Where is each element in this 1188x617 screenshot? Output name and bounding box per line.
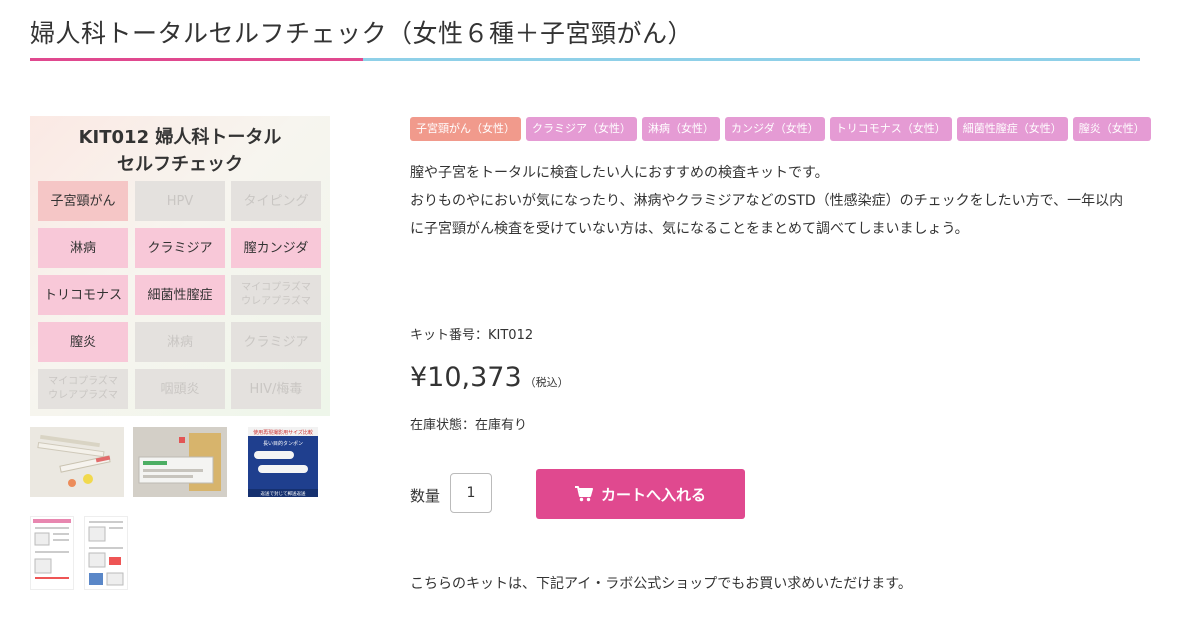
thumbnail-tampon-top-text: 使用再現撮影用サイズ比較 bbox=[253, 429, 313, 436]
cart-icon bbox=[574, 486, 593, 502]
quantity-input[interactable] bbox=[450, 473, 492, 513]
add-to-cart-button[interactable]: カートへ入れる bbox=[536, 469, 745, 519]
grid-cell-typing: タイピング bbox=[231, 181, 321, 221]
thumbnail-tampon-size[interactable]: 使用再現撮影用サイズ比較 長い目的タンポン 返送で封じて郵送返送 bbox=[248, 427, 318, 497]
official-shop-note: こちらのキットは、下記アイ・ラボ公式ショップでもお買い求めいただけます。 bbox=[410, 576, 912, 592]
thumbnail-tampon-bottom-text: 返送で封じて郵送返送 bbox=[261, 490, 306, 497]
grid-cell-mycoplasma: マイコプラズマ ウレアプラズマ bbox=[231, 275, 321, 315]
grid-cell-cervical-cancer: 子宮頸がん bbox=[38, 181, 128, 221]
thumbnail-instructions-1-graphic bbox=[31, 517, 73, 589]
grid-cell-mycoplasma-2: マイコプラズマ ウレアプラズマ bbox=[38, 369, 128, 409]
grid-cell-gonorrhea-throat: 淋病 bbox=[135, 322, 225, 362]
kit-number: キット番号：KIT012 bbox=[410, 328, 534, 343]
thumbnail-kit-package-graphic bbox=[133, 427, 227, 497]
quantity-label: 数量 bbox=[410, 487, 441, 505]
grid-cell-chlamydia: クラミジア bbox=[135, 228, 225, 268]
tag-gonorrhea[interactable]: 淋病（女性） bbox=[642, 117, 720, 141]
tag-vaginitis[interactable]: 膣炎（女性） bbox=[1072, 117, 1151, 141]
kit-image-heading-line2: セルフチェック bbox=[117, 154, 243, 175]
thumbnail-instructions-2[interactable] bbox=[84, 516, 128, 590]
add-to-cart-label: カートへ入れる bbox=[600, 485, 706, 504]
kit-image-heading: KIT012 婦人科トータル セルフチェック bbox=[30, 124, 330, 178]
page-title: 婦人科トータルセルフチェック（女性６種＋子宮頸がん） bbox=[30, 19, 694, 48]
title-underline-rest bbox=[363, 58, 1140, 61]
grid-cell-pharyngitis: 咽頭炎 bbox=[135, 369, 225, 409]
grid-cell-chlamydia-throat: クラミジア bbox=[231, 322, 321, 362]
product-description: 膣や子宮をトータルに検査したい人におすすめの検査キットです。 おりものやにおいが… bbox=[410, 165, 1124, 237]
thumbnail-instructions-2-graphic bbox=[85, 517, 127, 589]
grid-cell-hiv-syphilis: HIV/梅毒 bbox=[231, 369, 321, 409]
price-value: ¥10,373 bbox=[410, 362, 522, 393]
disease-tags: 子宮頸がん（女性） クラミジア（女性） 淋病（女性） カンジダ（女性） トリコモ… bbox=[410, 117, 1151, 141]
thumbnail-tampon-size-graphic: 使用再現撮影用サイズ比較 長い目的タンポン 返送で封じて郵送返送 bbox=[248, 427, 318, 497]
thumbnail-kit-items[interactable] bbox=[30, 427, 124, 497]
tag-bacterial-vaginosis[interactable]: 細菌性膣症（女性） bbox=[956, 117, 1068, 141]
thumbnail-kit-package[interactable] bbox=[133, 427, 227, 497]
grid-cell-bacterial-vaginosis: 細菌性膣症 bbox=[135, 275, 225, 315]
thumbnail-kit-items-graphic bbox=[30, 427, 124, 497]
price-block: ¥10,373 （税込） bbox=[410, 362, 569, 393]
tag-candida[interactable]: カンジダ（女性） bbox=[725, 117, 825, 141]
grid-cell-hpv: HPV bbox=[135, 181, 225, 221]
tag-trichomonas[interactable]: トリコモナス（女性） bbox=[829, 117, 952, 141]
main-product-image[interactable]: KIT012 婦人科トータル セルフチェック 子宮頸がん HPV タイピング 淋… bbox=[30, 116, 330, 416]
title-underline bbox=[30, 58, 1140, 61]
thumbnail-tampon-mid-text: 長い目的タンポン bbox=[263, 440, 303, 447]
title-underline-accent bbox=[30, 58, 363, 61]
tag-chlamydia[interactable]: クラミジア（女性） bbox=[526, 117, 637, 141]
grid-cell-candida: 膣カンジダ bbox=[231, 228, 321, 268]
grid-cell-vaginitis: 膣炎 bbox=[38, 322, 128, 362]
tag-cervical-cancer[interactable]: 子宮頸がん（女性） bbox=[410, 117, 521, 141]
thumbnail-instructions-1[interactable] bbox=[30, 516, 74, 590]
grid-cell-trichomonas: トリコモナス bbox=[38, 275, 128, 315]
grid-cell-gonorrhea: 淋病 bbox=[38, 228, 128, 268]
kit-image-heading-line1: KIT012 婦人科トータル bbox=[78, 127, 282, 148]
tax-note: （税込） bbox=[524, 376, 569, 389]
stock-status: 在庫状態：在庫有り bbox=[410, 418, 528, 433]
